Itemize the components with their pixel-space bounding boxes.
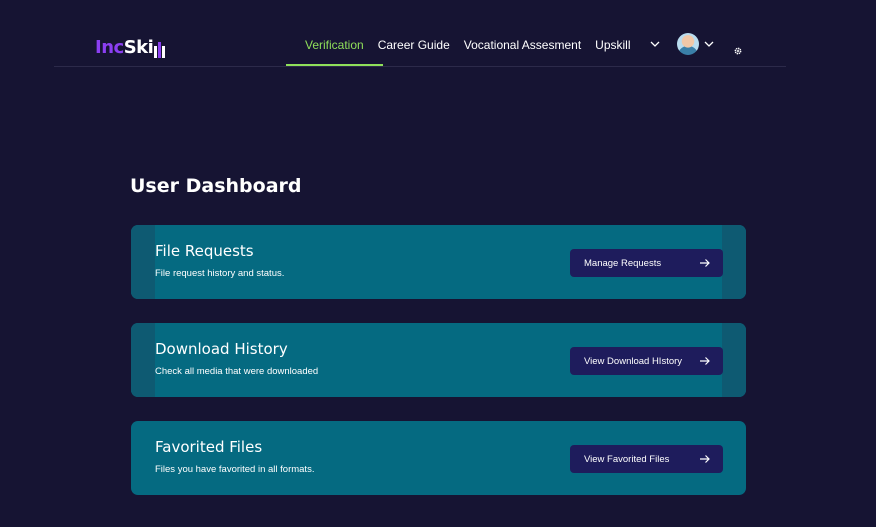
card-title: File Requests [155, 242, 254, 260]
nav-vocational-assesment[interactable]: Vocational Assesment [464, 38, 581, 52]
arrow-right-icon [700, 357, 710, 365]
card-subtitle: File request history and status. [155, 268, 285, 279]
top-navbar: Inc Ski Verification Career Guide Vocatio… [54, 26, 786, 67]
nav-verification[interactable]: Verification [305, 38, 364, 52]
card-title: Download History [155, 340, 288, 358]
view-download-history-button[interactable]: View Download HIstory [570, 347, 723, 375]
chevron-down-icon[interactable] [704, 39, 714, 49]
arrow-right-icon [700, 259, 710, 267]
file-requests-card: File Requests File request history and s… [131, 225, 746, 299]
incskill-logo[interactable]: Inc Ski [95, 32, 166, 58]
nav-career-guide[interactable]: Career Guide [378, 38, 450, 52]
arrow-right-icon [700, 455, 710, 463]
card-subtitle: Files you have favorited in all formats. [155, 464, 315, 475]
main-nav: Verification Career Guide Vocational Ass… [305, 38, 631, 52]
view-favorited-files-button[interactable]: View Favorited Files [570, 445, 723, 473]
card-subtitle: Check all media that were downloaded [155, 366, 319, 377]
button-label: View Favorited Files [584, 453, 670, 465]
download-history-card: Download History Check all media that we… [131, 323, 746, 397]
active-nav-indicator [286, 64, 383, 66]
button-label: Manage Requests [584, 257, 662, 269]
logo-suffix: Ski [123, 37, 154, 58]
logo-prefix: Inc [95, 37, 124, 58]
logo-bars-icon [154, 36, 166, 58]
favorited-files-card: Favorited Files Files you have favorited… [131, 421, 746, 495]
manage-requests-button[interactable]: Manage Requests [570, 249, 723, 277]
chevron-down-icon[interactable] [650, 39, 660, 49]
button-label: View Download HIstory [584, 355, 683, 367]
page-title: User Dashboard [130, 175, 302, 197]
avatar[interactable] [677, 33, 699, 55]
card-title: Favorited Files [155, 438, 263, 456]
gear-icon[interactable] [733, 46, 743, 56]
nav-upskill[interactable]: Upskill [595, 38, 630, 52]
